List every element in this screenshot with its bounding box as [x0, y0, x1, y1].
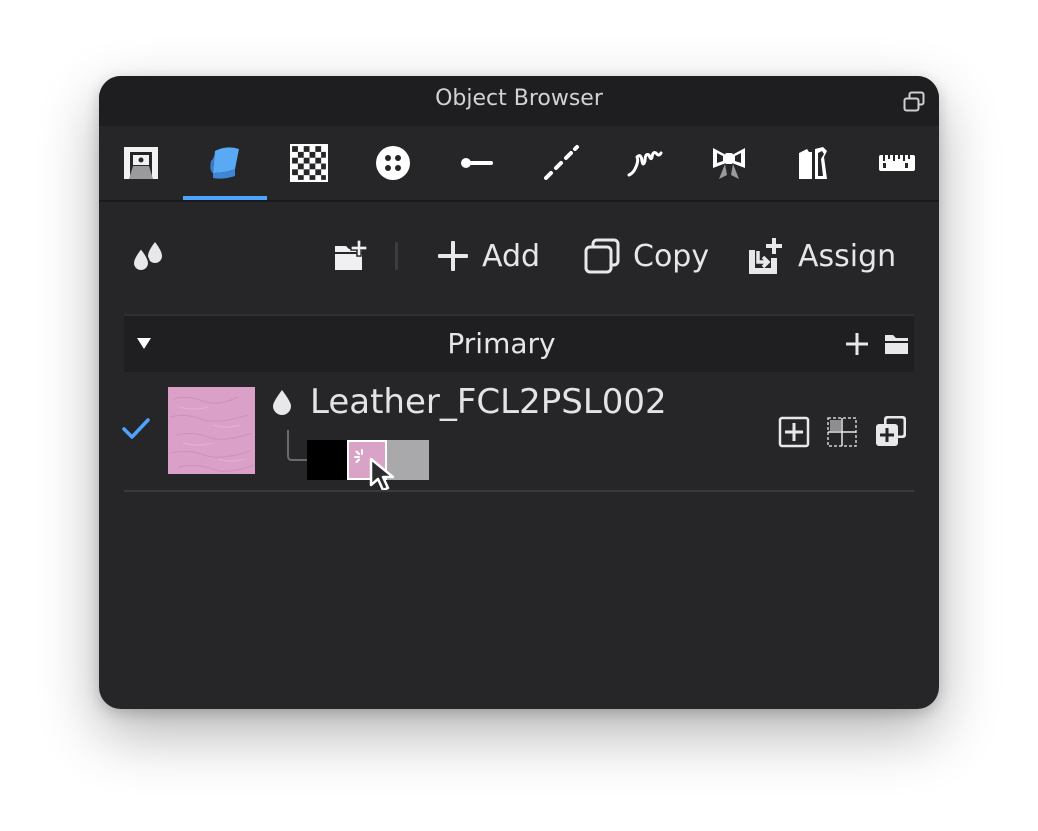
object-browser-panel: Object Browser Add Copy Assign Primary L… — [99, 76, 939, 709]
category-tabs — [99, 126, 939, 202]
copy-button[interactable]: Copy — [583, 236, 709, 276]
title-bar: Object Browser — [99, 76, 939, 126]
material-drop-icon — [273, 390, 291, 415]
tree-connector — [287, 430, 307, 461]
window-title: Object Browser — [435, 86, 603, 111]
add-label: Add — [482, 238, 541, 274]
assign-label: Assign — [798, 238, 897, 274]
checker-texture-icon — [290, 144, 328, 182]
restore-window-icon[interactable] — [902, 90, 926, 114]
group-header-primary[interactable]: Primary — [124, 314, 914, 372]
mouse-pointer-icon — [369, 457, 395, 492]
topstitch-icon — [544, 145, 579, 180]
add-folder-icon[interactable] — [332, 236, 372, 276]
plus-icon — [438, 241, 468, 271]
group-title: Primary — [447, 327, 556, 360]
tab-trim[interactable] — [687, 126, 771, 200]
add-button[interactable]: Add — [436, 236, 540, 276]
tab-fabric[interactable] — [183, 126, 267, 200]
copy-icon — [584, 238, 620, 274]
assign-button[interactable]: Assign — [746, 236, 896, 276]
colorway-drops-icon[interactable] — [129, 238, 167, 276]
button-icon — [376, 146, 410, 180]
tab-pattern[interactable] — [771, 126, 855, 200]
assign-icon — [749, 238, 782, 274]
tab-topstitch[interactable] — [519, 126, 603, 200]
avatar-stage-icon — [124, 147, 158, 179]
fabric-icon — [210, 147, 239, 179]
row-divider — [124, 490, 914, 492]
checkmark-icon[interactable] — [121, 416, 151, 442]
tab-buttonhole[interactable] — [435, 126, 519, 200]
elastic-icon — [627, 151, 663, 177]
group-add-icon[interactable] — [845, 332, 869, 356]
colorway-swatch-black[interactable] — [307, 440, 347, 480]
pattern-piece-icon — [799, 147, 827, 179]
tab-measure[interactable] — [855, 126, 939, 200]
buttonhole-icon — [461, 158, 493, 168]
duplicate-colorway-icon[interactable] — [874, 414, 908, 448]
bow-trim-icon — [713, 148, 745, 179]
copy-label: Copy — [633, 238, 710, 274]
tab-elastic[interactable] — [603, 126, 687, 200]
tab-avatar[interactable] — [99, 126, 183, 200]
colorway-grid-icon[interactable] — [826, 416, 858, 448]
material-thumbnail[interactable] — [168, 387, 255, 474]
toolbar-separator — [395, 242, 398, 270]
material-name[interactable]: Leather_FCL2PSL002 — [310, 380, 667, 424]
ruler-icon — [879, 155, 915, 171]
tab-texture[interactable] — [267, 126, 351, 200]
add-colorway-icon[interactable] — [778, 416, 810, 448]
tab-button[interactable] — [351, 126, 435, 200]
group-folder-icon[interactable] — [883, 332, 911, 356]
